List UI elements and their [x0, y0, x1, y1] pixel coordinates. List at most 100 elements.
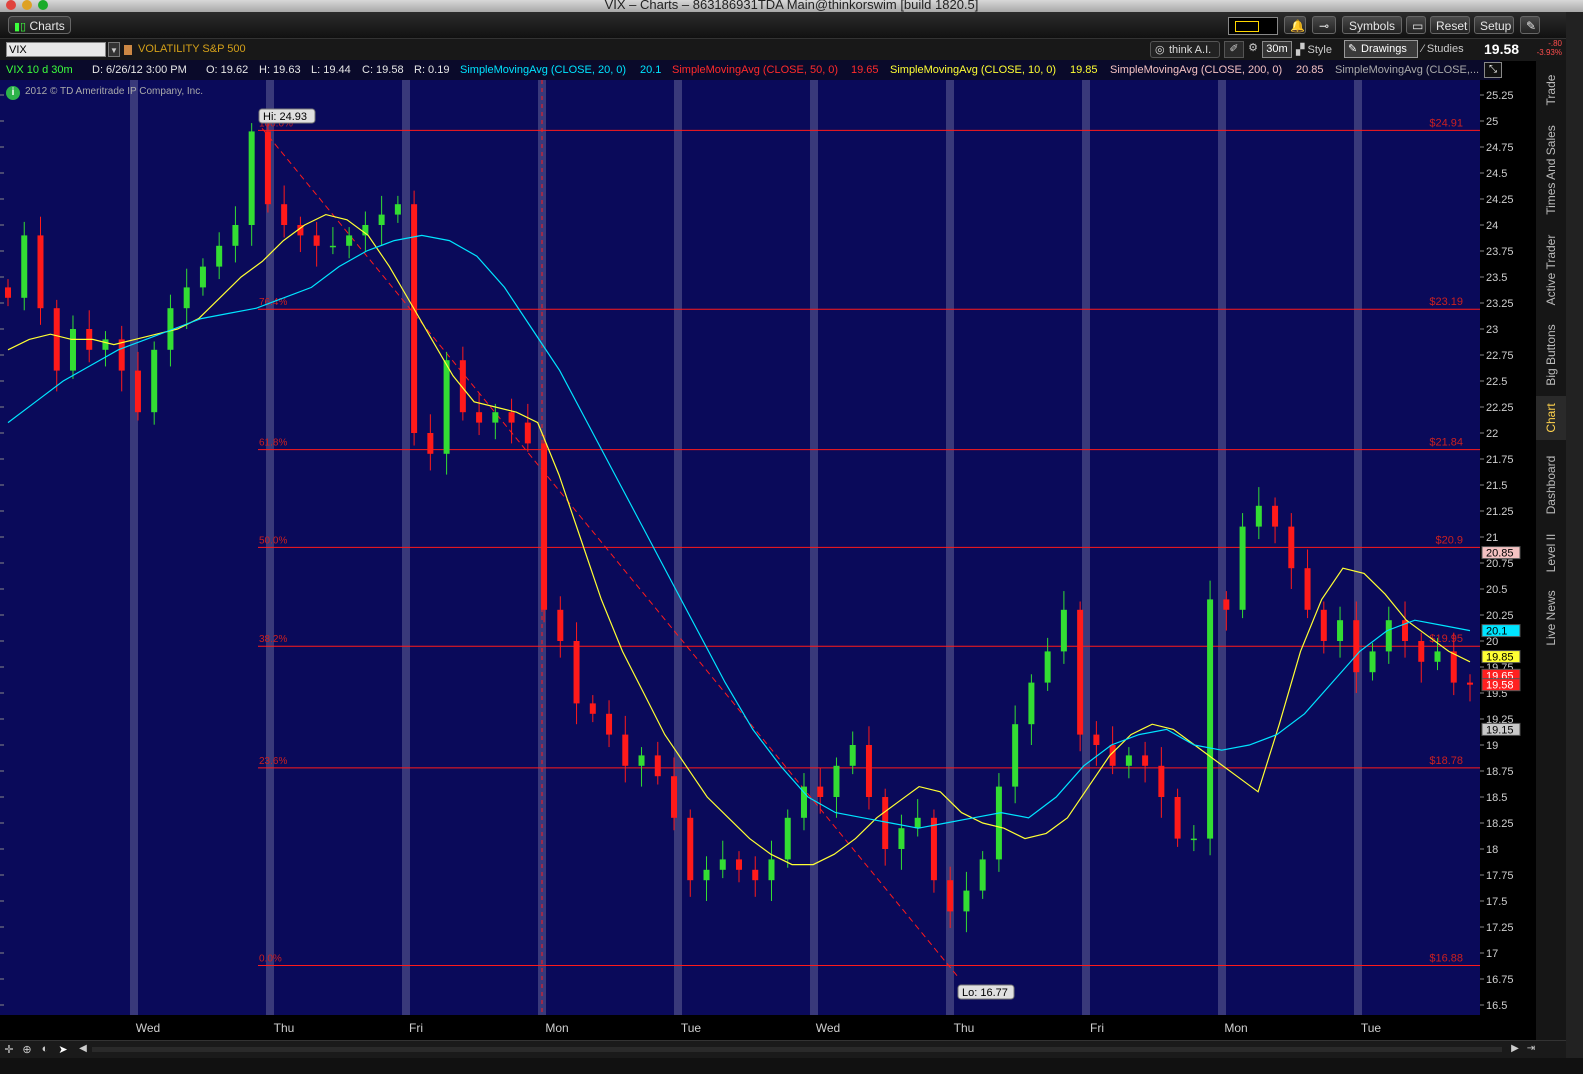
candle-body	[1320, 609, 1327, 641]
price-axis-label: 20.5	[1486, 584, 1507, 596]
time-axis-label: Wed	[136, 1021, 160, 1035]
sma10-label: SimpleMovingAvg (CLOSE, 10, 0)	[890, 64, 1057, 76]
candle-body	[1060, 609, 1067, 652]
candle-body	[606, 713, 613, 735]
pin-button[interactable]: ✎	[1520, 16, 1540, 34]
price-axis-label: 21.5	[1486, 480, 1507, 492]
price-axis-label: 23.25	[1486, 298, 1514, 310]
fib-percent-label: 76.4%	[259, 297, 287, 308]
price-axis-label: 24	[1486, 220, 1498, 232]
setup-button[interactable]: Setup	[1474, 16, 1514, 34]
tab-charts[interactable]: ▮▯ Charts	[8, 16, 71, 34]
candle-body	[134, 370, 141, 413]
candle-body	[1304, 568, 1311, 610]
fib-value-label: $19.95	[1429, 633, 1463, 645]
candle-body	[1142, 755, 1149, 766]
candle-body	[216, 245, 223, 267]
price-tag-text: 20.85	[1486, 548, 1514, 560]
zoom-icon[interactable]: ⊕	[20, 1043, 34, 1057]
sidetab-chart[interactable]: Chart	[1536, 396, 1566, 440]
think-ai-button[interactable]: ◎ think A.I.	[1150, 41, 1220, 58]
studies-button[interactable]: ⁄ Studies	[1422, 43, 1464, 55]
symbols-button[interactable]: Symbols	[1342, 16, 1402, 34]
price-axis-label: 24.25	[1486, 194, 1514, 206]
candle-body	[21, 235, 28, 298]
candle-body	[508, 412, 515, 423]
candle-body	[1190, 838, 1197, 841]
symbol-dropdown-icon[interactable]: ▼	[108, 42, 120, 57]
sma20-label: SimpleMovingAvg (CLOSE, 20, 0)	[460, 64, 627, 76]
sidetab-times-and-sales[interactable]: Times And Sales	[1536, 120, 1566, 220]
sidetab-live-news[interactable]: Live News	[1536, 586, 1566, 650]
horizontal-scrollbar[interactable]	[92, 1047, 1502, 1052]
price-axis-label: 22.5	[1486, 376, 1507, 388]
price-axis-label: 25.25	[1486, 90, 1514, 102]
candle-body	[687, 817, 694, 881]
chart-plot-area[interactable]: 100.0% $24.91 76.4% $23.19 61.8% $21.84 50.0% $…	[0, 80, 1480, 1015]
info-icon[interactable]: i	[6, 86, 20, 100]
candle-body	[1369, 651, 1376, 673]
fib-value-label: $16.88	[1429, 952, 1463, 964]
swatch-icon	[1235, 21, 1259, 32]
fib-percent-label: 61.8%	[259, 438, 287, 449]
price-axis-label: 16.75	[1486, 974, 1514, 986]
key-button[interactable]: ⊸	[1312, 16, 1336, 34]
price-axis-label: 20	[1486, 636, 1498, 648]
reset-button[interactable]: Reset	[1430, 16, 1470, 34]
crosshair-icon[interactable]: ✛	[2, 1043, 16, 1057]
pointer-icon[interactable]: ➤	[56, 1043, 70, 1057]
candle-body	[573, 641, 580, 704]
sidetab-trade[interactable]: Trade	[1536, 68, 1566, 112]
candle-body	[865, 745, 872, 797]
candle-body	[930, 817, 937, 881]
chart-icon: ▮▯	[14, 21, 27, 33]
candle-body	[1467, 682, 1473, 685]
time-axis-label: Mon	[545, 1021, 568, 1035]
expand-chart-button[interactable]: ⤡	[1484, 62, 1502, 78]
wrench-icon[interactable]: ⚙	[1246, 41, 1260, 58]
price-axis-label: 18.5	[1486, 792, 1507, 804]
last-price: 19.58	[1484, 41, 1520, 57]
sma10-value: 19.85	[1070, 64, 1098, 76]
fib-percent-label: 38.2%	[259, 634, 287, 645]
side-panel-tabs: Trade Times And Sales Active Trader Big …	[1536, 60, 1566, 1040]
sidetab-dashboard[interactable]: Dashboard	[1536, 450, 1566, 520]
window-footer	[0, 1058, 1583, 1074]
style-menu[interactable]: ▞ Style	[1296, 43, 1332, 56]
scroll-right-icon[interactable]: ▶	[1508, 1043, 1522, 1057]
candle-body	[963, 890, 970, 912]
flag-icon	[124, 45, 132, 55]
candle-body	[313, 235, 320, 246]
drawings-button[interactable]: ✎ Drawings	[1344, 40, 1418, 58]
session-band	[130, 80, 138, 1015]
symbol-input[interactable]: VIX	[6, 42, 106, 57]
candle-body	[1337, 620, 1344, 641]
sidetab-level-ii[interactable]: Level II	[1536, 528, 1566, 578]
price-axis-label: 20.75	[1486, 558, 1514, 570]
time-axis-label: Fri	[409, 1021, 423, 1035]
candle-body	[817, 786, 824, 797]
candle-body	[264, 131, 271, 205]
candle-body	[443, 360, 450, 454]
sma50-value: 19.65	[851, 64, 879, 76]
alert-bell-button[interactable]: 🔔	[1284, 16, 1306, 34]
info-close: C: 19.58	[362, 64, 404, 76]
timeframe-selector[interactable]: 30m	[1262, 41, 1292, 58]
candle-body	[232, 225, 239, 246]
time-axis[interactable]: Wed Thu Fri Mon Tue Wed Thu Fri Mon Tue	[0, 1015, 1480, 1040]
price-axis[interactable]: 25.25 25 24.75 24.5 24.25 24 23.75 23.5 23.25 23 2…	[1480, 80, 1536, 1015]
candle-body	[1028, 682, 1035, 725]
scroll-left-icon[interactable]: ◀	[76, 1043, 90, 1057]
sidetab-big-buttons[interactable]: Big Buttons	[1536, 320, 1566, 390]
price-axis-label: 18.25	[1486, 818, 1514, 830]
candle-body	[492, 412, 499, 423]
sidetab-active-trader[interactable]: Active Trader	[1536, 228, 1566, 312]
chart-settings-button[interactable]: ✐	[1224, 41, 1244, 58]
candle-body	[1255, 505, 1262, 527]
scroll-end-icon[interactable]: ⇥	[1524, 1043, 1538, 1057]
color-swatch-box[interactable]	[1228, 17, 1278, 35]
candle-body	[1174, 797, 1181, 839]
layout-button[interactable]: ▭	[1406, 16, 1426, 34]
sma200-label: SimpleMovingAvg (CLOSE, 200, 0)	[1110, 64, 1283, 76]
pan-icon[interactable]: ◐	[38, 1043, 52, 1057]
